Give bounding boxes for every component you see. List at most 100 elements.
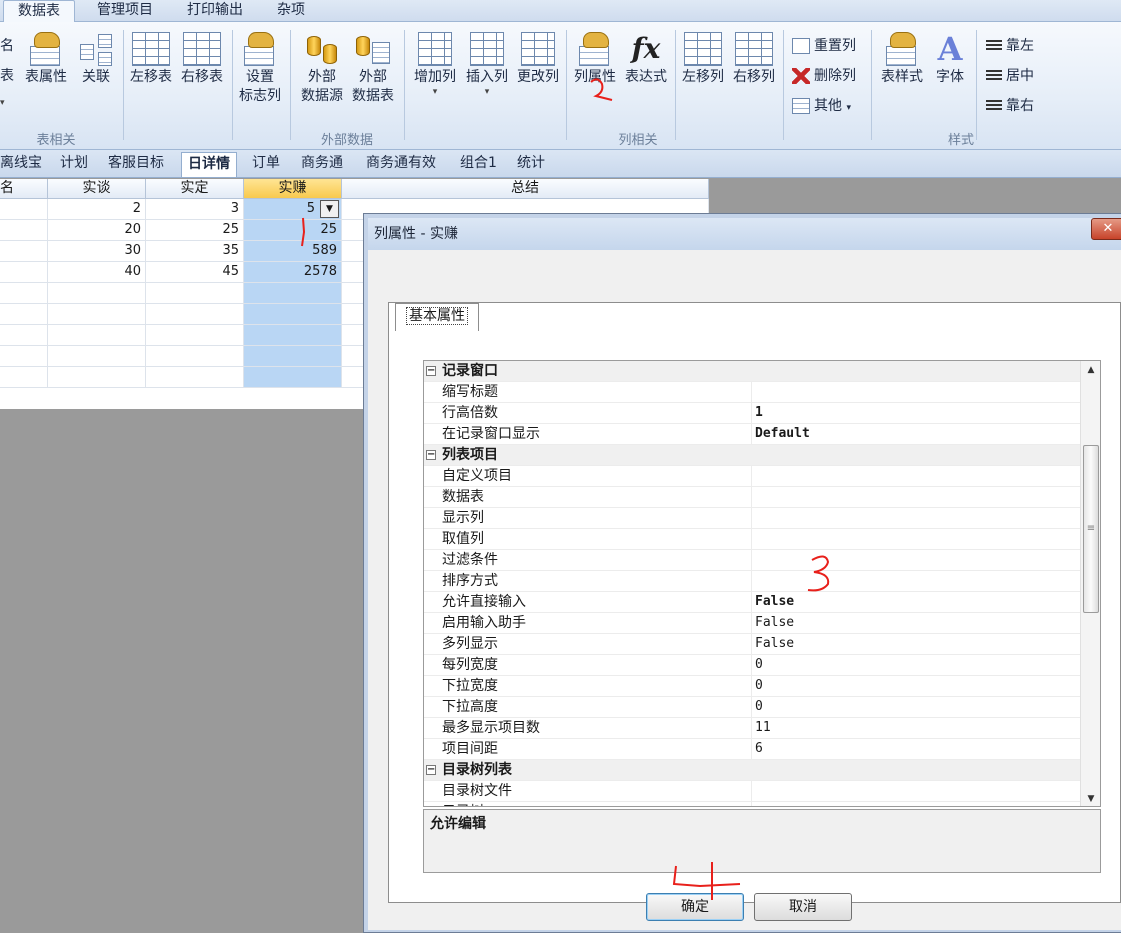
grid-cell[interactable]: 589: [244, 241, 342, 262]
property-category[interactable]: − 目录树列表: [424, 760, 1080, 781]
grid-cell[interactable]: [0, 325, 48, 346]
property-row[interactable]: 多列显示 False: [424, 634, 1080, 655]
close-icon[interactable]: ✕: [1091, 218, 1121, 240]
font-button[interactable]: A 字体: [930, 32, 970, 87]
grid-cell[interactable]: [244, 346, 342, 367]
move-table-right-button[interactable]: 右移表: [178, 32, 226, 87]
scroll-thumb[interactable]: ≡: [1083, 445, 1099, 613]
ribbon-tab-misc[interactable]: 杂项: [266, 0, 316, 22]
ok-button[interactable]: 确定: [646, 893, 744, 921]
property-row[interactable]: 项目间距 6: [424, 739, 1080, 760]
property-row[interactable]: 数据表: [424, 487, 1080, 508]
grid-cell[interactable]: 45: [146, 262, 244, 283]
dropdown-arrow-icon[interactable]: ▼: [320, 200, 339, 218]
property-row[interactable]: 目录树文件: [424, 781, 1080, 802]
table-style-button[interactable]: 表样式: [876, 32, 928, 87]
move-column-left-button[interactable]: 左移列: [679, 32, 727, 87]
grid-cell[interactable]: 3: [146, 199, 244, 220]
grid-cell[interactable]: [244, 367, 342, 388]
property-row[interactable]: 目录树…: [424, 802, 1080, 806]
grid-cell[interactable]: 35: [146, 241, 244, 262]
grid-cell[interactable]: [146, 367, 244, 388]
property-value[interactable]: 0: [755, 655, 763, 675]
grid-cell[interactable]: [48, 367, 146, 388]
grid-cell[interactable]: [0, 283, 48, 304]
grid-cell[interactable]: [244, 304, 342, 325]
property-row[interactable]: 过滤条件: [424, 550, 1080, 571]
sheet-tab[interactable]: 组合1: [460, 152, 497, 177]
vertical-scrollbar[interactable]: ▲ ≡ ▼: [1080, 361, 1100, 806]
dialog-title[interactable]: 列属性 - 实赚: [368, 218, 1121, 250]
grid-cell[interactable]: 5 ▼: [244, 199, 342, 220]
property-row[interactable]: 下拉高度 0: [424, 697, 1080, 718]
grid-cell[interactable]: [146, 304, 244, 325]
property-row[interactable]: 自定义项目: [424, 466, 1080, 487]
column-header[interactable]: 实谈: [48, 179, 146, 199]
reset-column-button[interactable]: 重置列: [792, 36, 856, 56]
grid-cell[interactable]: [0, 262, 48, 283]
column-header[interactable]: 总结: [342, 179, 709, 199]
property-value[interactable]: False: [755, 613, 794, 633]
property-row[interactable]: 取值列: [424, 529, 1080, 550]
grid-cell[interactable]: 30: [48, 241, 146, 262]
grid-cell[interactable]: [146, 325, 244, 346]
cancel-button[interactable]: 取消: [754, 893, 852, 921]
ribbon-tab-manage-project[interactable]: 管理项目: [86, 0, 164, 22]
collapse-icon[interactable]: −: [426, 450, 436, 460]
tab-basic-properties[interactable]: 基本属性: [395, 303, 479, 331]
property-value[interactable]: 11: [755, 718, 771, 738]
property-category[interactable]: − 列表项目: [424, 445, 1080, 466]
property-value[interactable]: 0: [755, 697, 763, 717]
grid-cell[interactable]: [0, 241, 48, 262]
property-grid[interactable]: − 记录窗口 缩写标题 行高倍数 1 在记录窗口显示 Default − 列表项目 自定义项目 数据…: [423, 360, 1101, 807]
grid-cell[interactable]: [0, 346, 48, 367]
scroll-down-icon[interactable]: ▼: [1081, 790, 1100, 806]
grid-cell[interactable]: [0, 199, 48, 220]
grid-cell[interactable]: [48, 304, 146, 325]
scroll-up-icon[interactable]: ▲: [1081, 361, 1100, 379]
column-header[interactable]: 实赚: [244, 179, 342, 199]
property-row[interactable]: 排序方式: [424, 571, 1080, 592]
expression-button[interactable]: fx 表达式: [622, 32, 670, 87]
grid-cell[interactable]: 20: [48, 220, 146, 241]
property-value[interactable]: False: [755, 634, 794, 654]
sheet-tab[interactable]: 商务通: [301, 152, 343, 177]
set-flag-column-button[interactable]: 设置 标志列: [236, 32, 284, 106]
property-row[interactable]: 启用输入助手 False: [424, 613, 1080, 634]
insert-column-button[interactable]: 插入列 ▾: [462, 32, 512, 97]
sheet-tab[interactable]: 计划: [60, 152, 88, 177]
align-right-button[interactable]: 靠右: [986, 96, 1034, 116]
external-table-button[interactable]: 外部 数据表: [349, 32, 397, 106]
property-value[interactable]: 1: [755, 403, 763, 423]
grid-cell[interactable]: 40: [48, 262, 146, 283]
grid-cell[interactable]: 25: [146, 220, 244, 241]
grid-cell[interactable]: [244, 325, 342, 346]
move-table-left-button[interactable]: 左移表: [127, 32, 175, 87]
grid-cell[interactable]: [0, 367, 48, 388]
add-column-button[interactable]: 增加列 ▾: [410, 32, 460, 97]
property-category[interactable]: − 记录窗口: [424, 361, 1080, 382]
external-source-button[interactable]: 外部 数据源: [298, 32, 346, 106]
grid-cell[interactable]: 2: [48, 199, 146, 220]
ribbon-tab-data-table[interactable]: 数据表: [3, 0, 75, 23]
sheet-tab[interactable]: 离线宝: [0, 152, 42, 177]
table-properties-button[interactable]: 表属性: [22, 32, 70, 87]
grid-cell[interactable]: [0, 220, 48, 241]
property-value[interactable]: 0: [755, 676, 763, 696]
move-column-right-button[interactable]: 右移列: [730, 32, 778, 87]
other-menu-button[interactable]: 其他 ▾: [792, 96, 851, 116]
truncated-button-table[interactable]: 表: [0, 66, 14, 86]
grid-cell[interactable]: [0, 304, 48, 325]
truncated-button-rename[interactable]: 名: [0, 36, 14, 56]
property-row[interactable]: 允许直接输入 False: [424, 592, 1080, 613]
grid-cell[interactable]: [146, 283, 244, 304]
column-header[interactable]: 实定: [146, 179, 244, 199]
property-row[interactable]: 行高倍数 1: [424, 403, 1080, 424]
property-row[interactable]: 在记录窗口显示 Default: [424, 424, 1080, 445]
align-center-button[interactable]: 居中: [986, 66, 1034, 86]
change-column-button[interactable]: 更改列: [513, 32, 563, 87]
property-row[interactable]: 每列宽度 0: [424, 655, 1080, 676]
property-value[interactable]: Default: [755, 424, 810, 444]
property-row[interactable]: 显示列: [424, 508, 1080, 529]
collapse-icon[interactable]: −: [426, 765, 436, 775]
